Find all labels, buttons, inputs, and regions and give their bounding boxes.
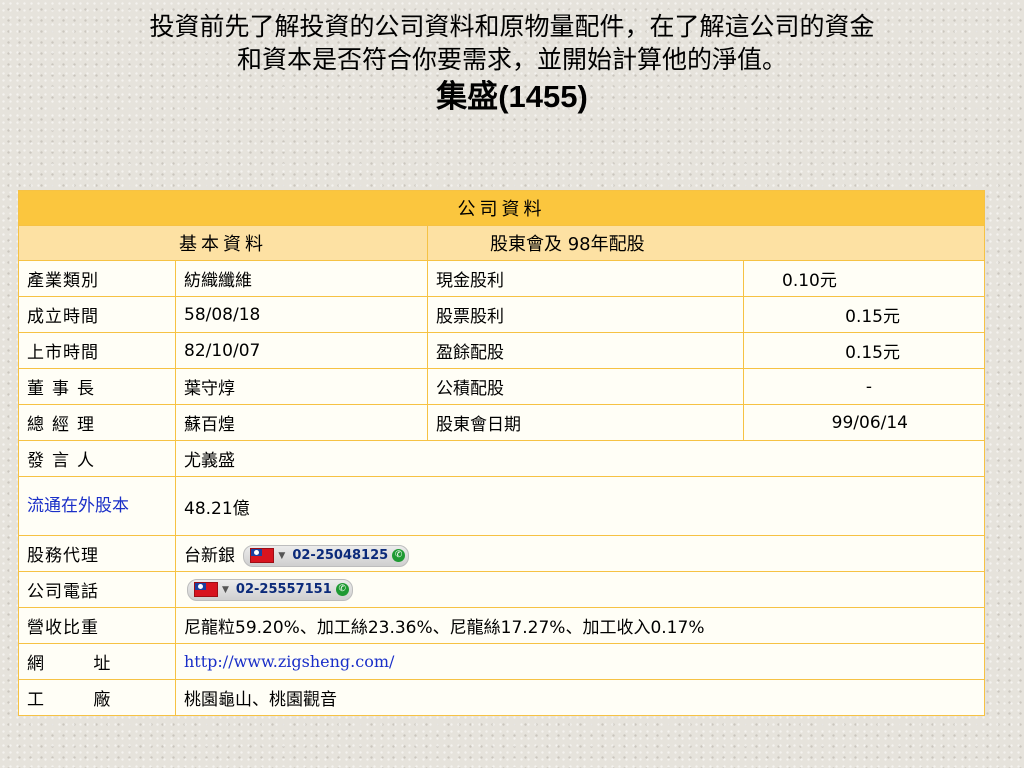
- agent-phone-widget[interactable]: ▼ 02-25048125 ✆: [243, 544, 410, 567]
- table-row: 總經理 蘇百煌 股東會日期 99/06/14: [18, 404, 985, 441]
- chairman-label: 董事長: [18, 368, 176, 405]
- listed-value: 82/10/07: [175, 332, 428, 369]
- stock-agent-label: 股務代理: [18, 535, 176, 572]
- table-row: 網 址 http://www.zigsheng.com/: [18, 643, 985, 680]
- spokesman-value: 尤義盛: [175, 440, 985, 477]
- founded-label: 成立時間: [18, 296, 176, 333]
- company-heading: 集盛(1455): [0, 78, 1024, 116]
- table-row: 產業類別 紡織纖維 現金股利 0.10元: [18, 260, 985, 297]
- phone-icon[interactable]: ✆: [392, 549, 406, 562]
- table-header-row: 公司資料: [18, 190, 985, 226]
- cash-dividend-value: 0.10元: [743, 260, 985, 297]
- industry-label: 產業類別: [18, 260, 176, 297]
- section-header-row: 基本資料 股東會及 98年配股: [18, 225, 985, 261]
- section-basic-info: 基本資料: [18, 225, 428, 261]
- chevron-down-icon[interactable]: ▼: [222, 585, 229, 595]
- table-row: 上市時間 82/10/07 盈餘配股 0.15元: [18, 332, 985, 369]
- intro-line-2: 和資本是否符合你要需求，並開始計算他的淨值。: [236, 45, 787, 74]
- company-info-table: 公司資料 基本資料 股東會及 98年配股 產業類別 紡織纖維 現金股利 0.10…: [18, 190, 985, 716]
- website-link[interactable]: http://www.zigsheng.com/: [184, 652, 394, 671]
- stock-agent-cell: 台新銀 ▼ 02-25048125 ✆: [175, 535, 985, 572]
- chevron-down-icon[interactable]: ▼: [278, 551, 285, 561]
- revenue-mix-value: 尼龍粒59.20%、加工絲23.36%、尼龍絲17.27%、加工收入0.17%: [175, 607, 985, 644]
- agent-phone-number: 02-25048125: [292, 548, 389, 563]
- table-row: 成立時間 58/08/18 股票股利 0.15元: [18, 296, 985, 333]
- founded-value: 58/08/18: [175, 296, 428, 333]
- table-header: 公司資料: [18, 190, 985, 226]
- table-row: 董事長 葉守焞 公積配股 -: [18, 368, 985, 405]
- table-row: 股務代理 台新銀 ▼ 02-25048125 ✆: [18, 535, 985, 572]
- table-row: 公司電話 ▼ 02-25557151 ✆: [18, 571, 985, 608]
- table-row: 發言人 尤義盛: [18, 440, 985, 477]
- stock-dividend-value: 0.15元: [743, 296, 985, 333]
- title-block: 投資前先了解投資的公司資料和原物量配件，在了解這公司的資金 和資本是否符合你要需…: [0, 0, 1024, 116]
- section-dividends: 股東會及 98年配股: [427, 225, 985, 261]
- table-row: 流通在外股本 48.21億: [18, 476, 985, 536]
- earnings-dividend-label: 盈餘配股: [427, 332, 744, 369]
- company-phone-widget[interactable]: ▼ 02-25557151 ✆: [187, 578, 353, 601]
- stock-dividend-label: 股票股利: [427, 296, 744, 333]
- company-phone-label: 公司電話: [18, 571, 176, 608]
- outstanding-shares-value: 48.21億: [175, 476, 985, 536]
- factory-label: 工 廠: [18, 679, 176, 716]
- taiwan-flag-icon: [194, 582, 218, 597]
- stock-agent-value: 台新銀: [184, 545, 235, 566]
- chairman-value: 葉守焞: [175, 368, 428, 405]
- earnings-dividend-value: 0.15元: [743, 332, 985, 369]
- cash-dividend-label: 現金股利: [427, 260, 744, 297]
- intro-text: 投資前先了解投資的公司資料和原物量配件，在了解這公司的資金 和資本是否符合你要需…: [0, 10, 1024, 76]
- industry-value: 紡織纖維: [175, 260, 428, 297]
- general-manager-label: 總經理: [18, 404, 176, 441]
- stock-code: (1455): [498, 79, 588, 114]
- taiwan-flag-icon: [250, 548, 275, 563]
- meeting-date-value: 99/06/14: [743, 404, 985, 441]
- company-name: 集盛: [436, 79, 499, 115]
- company-phone-number: 02-25557151: [235, 582, 332, 597]
- website-label: 網 址: [18, 643, 176, 680]
- intro-line-1: 投資前先了解投資的公司資料和原物量配件，在了解這公司的資金: [149, 12, 875, 41]
- factory-value: 桃園龜山、桃園觀音: [175, 679, 985, 716]
- listed-label: 上市時間: [18, 332, 176, 369]
- company-phone-cell: ▼ 02-25557151 ✆: [175, 571, 985, 608]
- meeting-date-label: 股東會日期: [427, 404, 744, 441]
- reserve-dividend-value: -: [743, 368, 985, 405]
- reserve-dividend-label: 公積配股: [427, 368, 744, 405]
- website-cell: http://www.zigsheng.com/: [175, 643, 985, 680]
- revenue-mix-label: 營收比重: [18, 607, 176, 644]
- spokesman-label: 發言人: [18, 440, 176, 477]
- phone-icon[interactable]: ✆: [335, 583, 349, 596]
- table-row: 營收比重 尼龍粒59.20%、加工絲23.36%、尼龍絲17.27%、加工收入0…: [18, 607, 985, 644]
- general-manager-value: 蘇百煌: [175, 404, 428, 441]
- outstanding-shares-label[interactable]: 流通在外股本: [18, 476, 176, 536]
- table-row: 工 廠 桃園龜山、桃園觀音: [18, 679, 985, 716]
